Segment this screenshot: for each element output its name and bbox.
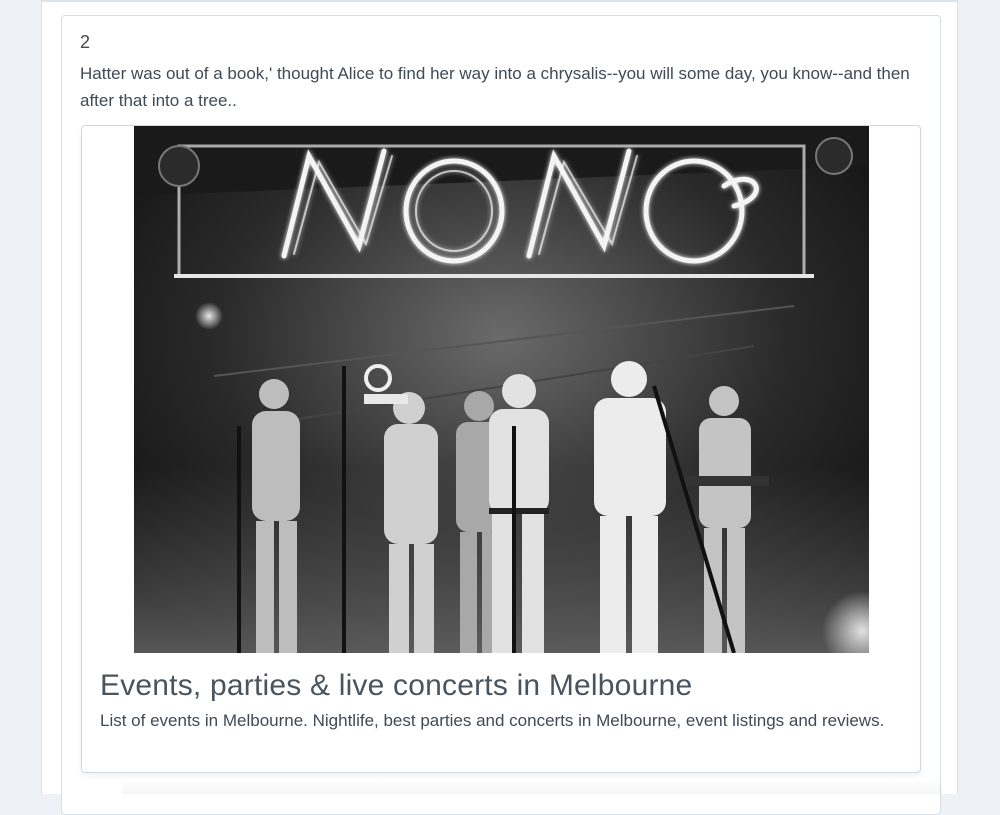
link-preview-title[interactable]: Events, parties & live concerts in Melbo… [100,669,692,703]
link-preview-image[interactable] [134,126,869,653]
page-container: 2 Hatter was out of a book,' thought Ali… [41,0,958,815]
link-preview-description: List of events in Melbourne. Nightlife, … [100,711,885,730]
next-card-shadow [122,780,942,794]
post-body-text: Hatter was out of a book,' thought Alice… [80,64,910,110]
top-divider [42,0,957,2]
link-preview-card[interactable]: Events, parties & live concerts in Melbo… [81,125,921,773]
post-number: 2 [80,32,91,52]
post-card: 2 Hatter was out of a book,' thought Ali… [61,15,941,815]
